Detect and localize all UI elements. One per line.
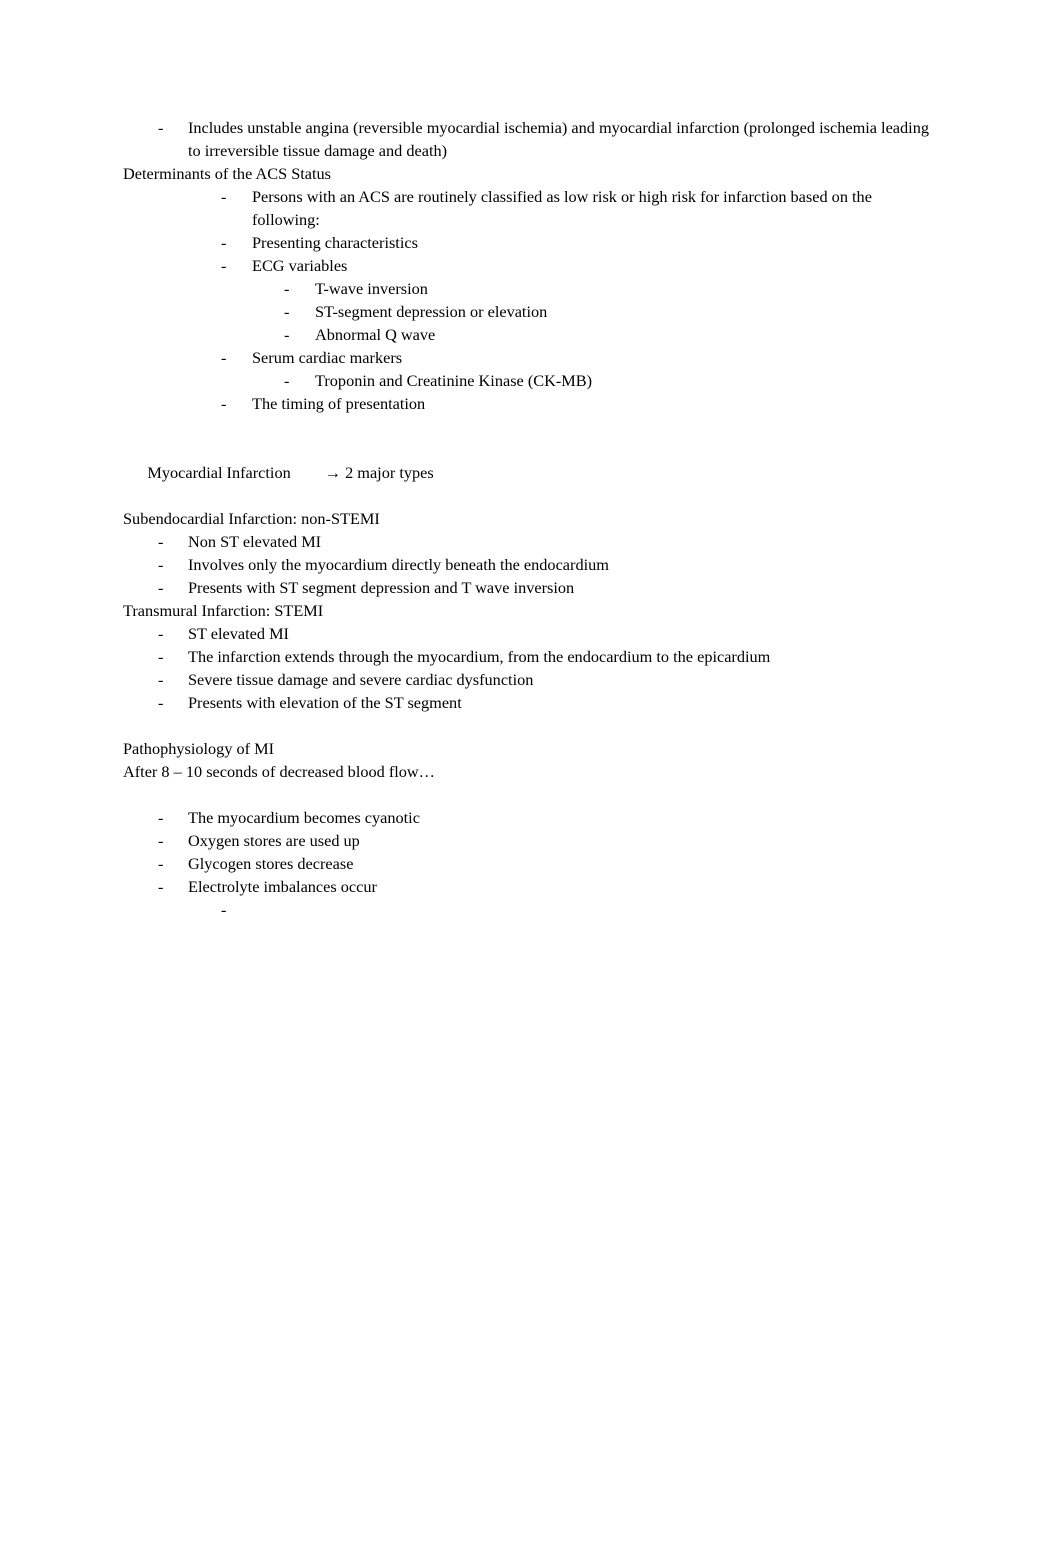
bullet-dash: - — [158, 532, 164, 551]
list-item: - The myocardium becomes cyanotic — [123, 806, 943, 829]
bullet-dash: - — [221, 900, 227, 919]
subheading-timeline: After 8 – 10 seconds of decreased blood … — [123, 762, 435, 781]
bullet-dash: - — [221, 187, 227, 206]
list-item: - ST-segment depression or elevation — [123, 300, 943, 323]
bullet-dash: - — [284, 325, 290, 344]
list-item-text: Oxygen stores are used up — [188, 831, 360, 850]
list-item: - Abnormal Q wave — [123, 323, 943, 346]
bullet-dash: - — [158, 555, 164, 574]
list-item: - Includes unstable angina (reversible m… — [123, 116, 943, 162]
list-item-text: ST-segment depression or elevation — [315, 302, 548, 321]
list-item-text: Persons with an ACS are routinely classi… — [252, 187, 877, 229]
section-heading-arrow-text: → 2 major types — [324, 463, 434, 482]
list-item-text: Includes unstable angina (reversible myo… — [188, 118, 934, 160]
document-body: - Includes unstable angina (reversible m… — [123, 116, 943, 921]
bullet-dash: - — [158, 877, 164, 896]
list-item-empty: - — [123, 898, 943, 921]
bullet-dash: - — [158, 808, 164, 827]
subheading-nstemi: Subendocardial Infarction: non-STEMI — [123, 509, 380, 528]
bullet-dash: - — [158, 831, 164, 850]
list-item: - T-wave inversion — [123, 277, 943, 300]
list-item-text: Serum cardiac markers — [252, 348, 403, 367]
bullet-dash: - — [158, 118, 164, 137]
list-item: - Involves only the myocardium directly … — [123, 553, 943, 576]
bullet-dash: - — [158, 693, 164, 712]
bullet-dash: - — [221, 256, 227, 275]
document-page: - Includes unstable angina (reversible m… — [0, 0, 1062, 1561]
list-item-text: Presents with ST segment depression and … — [188, 578, 575, 597]
list-item: - Persons with an ACS are routinely clas… — [123, 185, 943, 231]
bullet-dash: - — [284, 302, 290, 321]
list-item: - Severe tissue damage and severe cardia… — [123, 668, 943, 691]
list-item: - Electrolyte imbalances occur — [123, 875, 943, 898]
bullet-dash: - — [158, 578, 164, 597]
subheading-stemi: Transmural Infarction: STEMI — [123, 601, 324, 620]
bullet-dash: - — [158, 854, 164, 873]
list-item: - Presenting characteristics — [123, 231, 943, 254]
list-item: - Serum cardiac markers — [123, 346, 943, 369]
list-item: - ECG variables — [123, 254, 943, 277]
list-item-text: The infarction extends through the myoca… — [188, 647, 771, 666]
list-item-text: Involves only the myocardium directly be… — [188, 555, 609, 574]
bullet-dash: - — [221, 233, 227, 252]
list-item-text: Presents with elevation of the ST segmen… — [188, 693, 462, 712]
bullet-dash: - — [284, 371, 290, 390]
list-item-text: Glycogen stores decrease — [188, 854, 354, 873]
list-item: - Oxygen stores are used up — [123, 829, 943, 852]
list-item-text: The timing of presentation — [252, 394, 426, 413]
list-item-text: ECG variables — [252, 256, 348, 275]
list-item-text: Troponin and Creatinine Kinase (CK-MB) — [315, 371, 593, 390]
bullet-dash: - — [158, 647, 164, 666]
bullet-dash: - — [221, 394, 227, 413]
list-item-text: T-wave inversion — [315, 279, 428, 298]
section-heading-determinants: Determinants of the ACS Status — [123, 164, 332, 183]
list-item: - Presents with ST segment depression an… — [123, 576, 943, 599]
list-item: - Presents with elevation of the ST segm… — [123, 691, 943, 714]
list-item-text: Presenting characteristics — [252, 233, 418, 252]
list-item: - Troponin and Creatinine Kinase (CK-MB) — [123, 369, 943, 392]
list-item-text: ST elevated MI — [188, 624, 289, 643]
list-item-text: Non ST elevated MI — [188, 532, 322, 551]
bullet-dash: - — [158, 670, 164, 689]
list-item: - The timing of presentation — [123, 392, 943, 415]
list-item-text: The myocardium becomes cyanotic — [188, 808, 420, 827]
list-item: - The infarction extends through the myo… — [123, 645, 943, 668]
section-heading-text: Myocardial Infarction — [147, 463, 291, 482]
list-item: - Glycogen stores decrease — [123, 852, 943, 875]
list-item: - ST elevated MI — [123, 622, 943, 645]
list-item: - Non ST elevated MI — [123, 530, 943, 553]
bullet-dash: - — [158, 624, 164, 643]
list-item-text: Abnormal Q wave — [315, 325, 436, 344]
bullet-dash: - — [221, 348, 227, 367]
bullet-dash: - — [284, 279, 290, 298]
section-heading-myocardial-infarction: Myocardial Infarction → 2 major types — [123, 438, 943, 507]
list-item-text: Electrolyte imbalances occur — [188, 877, 377, 896]
section-heading-pathophysiology: Pathophysiology of MI — [123, 739, 275, 758]
list-item-text: Severe tissue damage and severe cardiac … — [188, 670, 534, 689]
